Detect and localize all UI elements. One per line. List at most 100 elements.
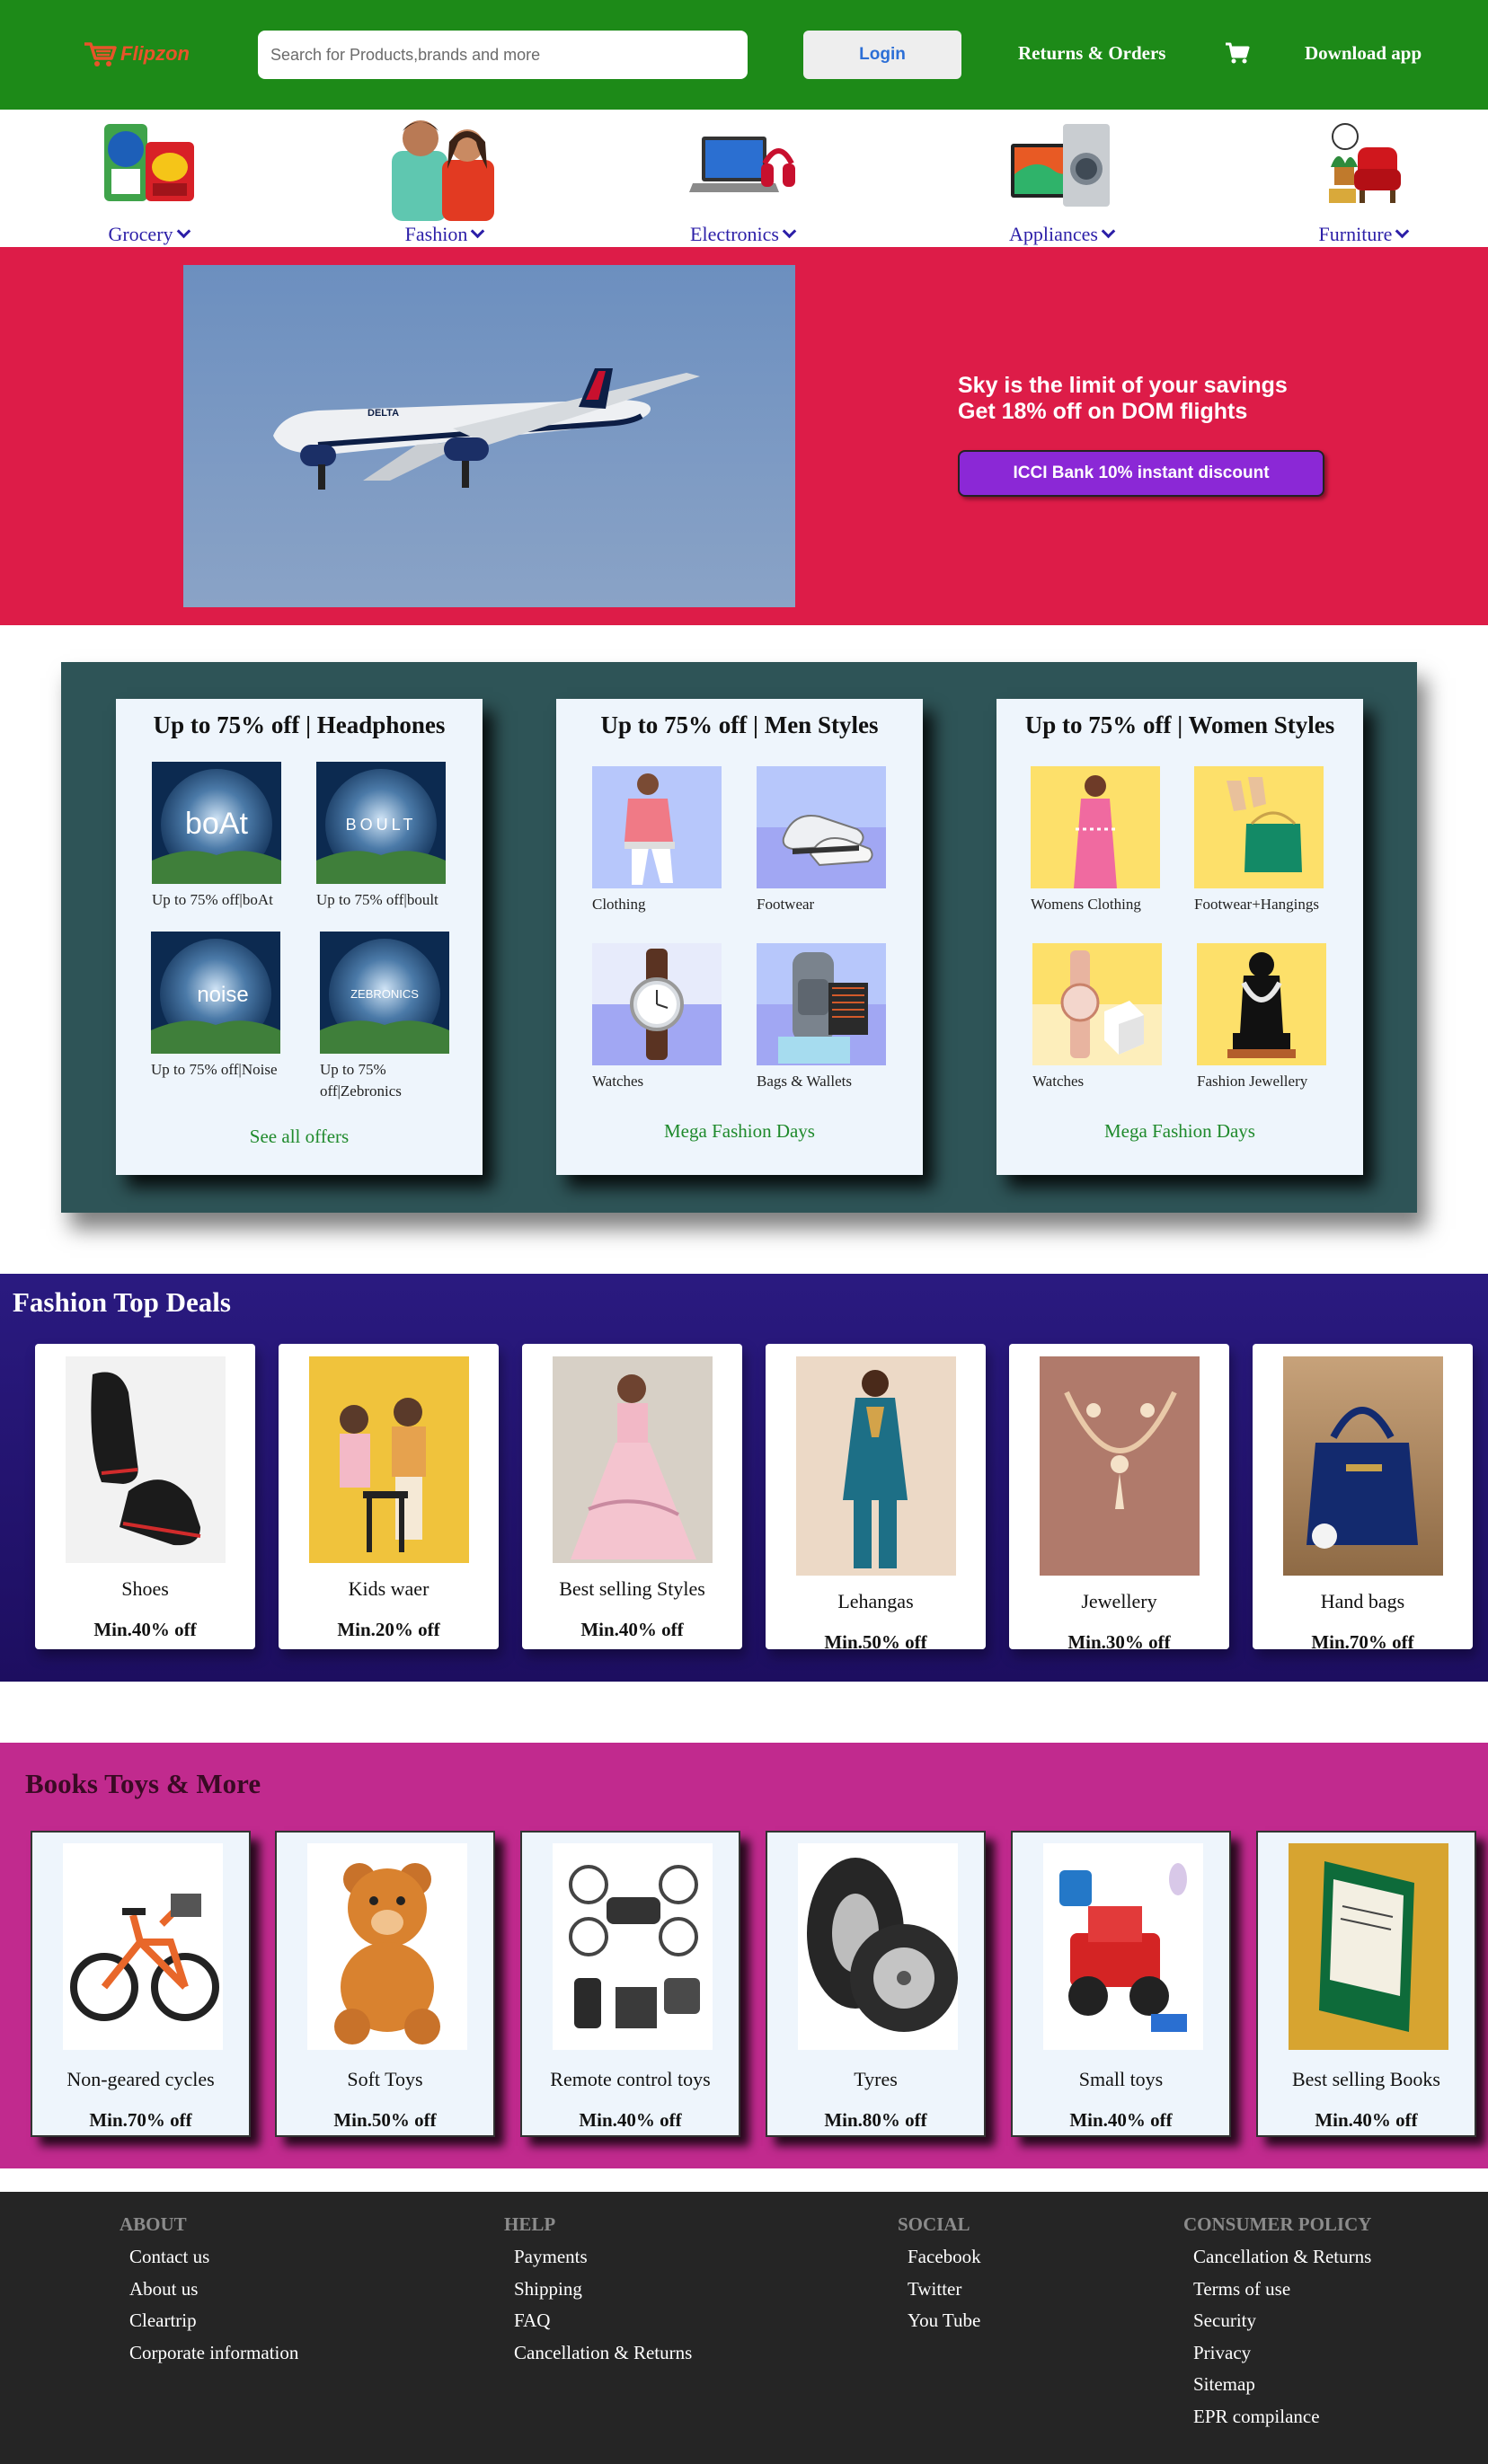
category-grocery[interactable]: Grocery [72,115,225,248]
footer-link[interactable]: Cancellation & Returns [514,2337,692,2370]
deal-offer: Min.70% off [89,2109,192,2131]
deal-name: Best selling Styles [559,1577,705,1600]
electronics-image [689,137,795,192]
fashion-top-deals-section: Fashion Top Deals Shoes Min.40% off Kids… [0,1274,1488,1682]
deal-offer: Min.40% off [579,2109,682,2131]
offer-tile[interactable]: Fashion Jewellery [1197,943,1326,1092]
footer-heading: SOCIAL [898,2213,970,2235]
cart-icon[interactable] [1224,40,1251,66]
deal-card-kids-wear[interactable]: Kids waer Min.20% off [279,1344,499,1649]
deal-card-jewellery[interactable]: Jewellery Min.30% off [1009,1344,1229,1653]
women-watches-image [1032,943,1162,1065]
footer-link[interactable]: Privacy [1193,2337,1371,2370]
offer-card-title: Up to 75% off | Women Styles [1024,711,1335,738]
site-footer: ABOUT Contact us About us Cleartrip Corp… [0,2192,1488,2464]
search-input[interactable] [258,31,748,79]
deal-offer: Min.30% off [1067,1631,1171,1653]
offer-tile[interactable]: noise Up to 75% off|Noise [151,932,280,1081]
section-title: Books Toys & More [25,1768,261,1799]
footer-link[interactable]: FAQ [514,2305,692,2337]
category-appliances[interactable]: Appliances [985,115,1138,248]
grocery-image [104,124,194,201]
footer-link[interactable]: You Tube [908,2305,981,2337]
deal-card-books[interactable]: Best selling Books Min.40% off [1256,1831,1476,2137]
deal-card-hand-bags[interactable]: Hand bags Min.70% off [1253,1344,1473,1653]
offer-tile[interactable]: ZEBRONICS Up to 75% off|Zebronics [320,932,449,1102]
deal-offer: Min.40% off [1069,2109,1173,2131]
see-all-offers-link[interactable]: See all offers [116,1126,483,1148]
category-electronics[interactable]: Electronics [666,115,819,248]
chevron-down-icon [782,224,797,239]
lehangas-image [796,1356,956,1576]
returns-orders-link[interactable]: Returns & Orders [1018,42,1165,65]
footer-link[interactable]: Security [1193,2305,1371,2337]
brand-text: boAt [185,807,248,841]
offer-tile[interactable]: Footwear+Hangings [1194,766,1324,915]
footer-link[interactable]: Payments [514,2241,692,2274]
deal-card-best-selling-styles[interactable]: Best selling Styles Min.40% off [522,1344,742,1649]
offer-card-men-styles[interactable]: Up to 75% off | Men Styles Clothing Foot… [556,699,923,1175]
airplane-banner-image[interactable]: DELTA [183,265,795,607]
tile-caption: Womens Clothing [1031,896,1141,913]
offer-tile[interactable]: Bags & Wallets [757,943,886,1092]
brand-text: BOULT [346,816,417,834]
offer-tile[interactable]: boAt Up to 75% off|boAt [152,762,281,911]
offer-card-headphones[interactable]: Up to 75% off | Headphones boAt Up to 75… [116,699,483,1175]
tile-caption: Watches [1032,1073,1085,1090]
login-button[interactable]: Login [803,31,961,79]
offer-card-women-styles[interactable]: Up to 75% off | Women Styles Womens Clot… [996,699,1363,1175]
deal-card-tyres[interactable]: Tyres Min.80% off [766,1831,986,2137]
footer-link[interactable]: About us [129,2274,298,2306]
boult-brand-image: BOULT [316,762,446,884]
footer-heading: HELP [504,2213,556,2235]
deal-offer: Min.40% off [93,1619,197,1640]
download-app-link[interactable]: Download app [1305,42,1422,65]
footer-link[interactable]: EPR compilance [1193,2401,1371,2433]
tile-caption: Footwear+Hangings [1194,896,1319,913]
brand-text: noise [197,983,248,1007]
footer-link[interactable]: Shipping [514,2274,692,2306]
tile-caption: Fashion Jewellery [1197,1073,1308,1090]
offer-tile[interactable]: Clothing [592,766,722,915]
offer-tile[interactable]: Watches [592,943,722,1092]
deal-card-cycles[interactable]: Non-geared cycles Min.70% off [31,1831,251,2137]
deal-card-lehangas[interactable]: Lehangas Min.50% off [766,1344,986,1653]
offer-card-title: Up to 75% off | Headphones [153,711,446,738]
footer-link[interactable]: Sitemap [1193,2369,1371,2401]
offer-tile[interactable]: Watches [1032,943,1162,1092]
tile-caption: Clothing [592,896,646,913]
deal-offer: Min.50% off [333,2109,437,2131]
promo-headline: Sky is the limit of your savings [958,373,1288,398]
offer-tile[interactable]: Womens Clothing [1031,766,1160,915]
category-furniture[interactable]: Furniture [1287,115,1439,248]
deal-card-remote-control-toys[interactable]: Remote control toys Min.40% off [520,1831,740,2137]
footer-col-consumer-policy: CONSUMER POLICY Cancellation & Returns T… [1183,2213,1371,2433]
deal-card-small-toys[interactable]: Small toys Min.40% off [1011,1831,1231,2137]
mega-fashion-days-link[interactable]: Mega Fashion Days [556,1120,923,1143]
tile-caption: Up to 75% off|Zebronics [320,1061,402,1100]
brand-text: ZEBRONICS [350,987,419,1001]
footer-link[interactable]: Twitter [908,2274,981,2306]
deal-name: Best selling Books [1291,2068,1440,2090]
books-toys-section: Books Toys & More Non-geared cycles Min.… [0,1743,1488,2168]
deal-card-shoes[interactable]: Shoes Min.40% off [35,1344,255,1649]
footer-link[interactable]: Contact us [129,2241,298,2274]
offers-panel: Up to 75% off | Headphones boAt Up to 75… [61,662,1417,1213]
offer-tile[interactable]: Footwear [757,766,886,915]
deal-card-soft-toys[interactable]: Soft Toys Min.50% off [275,1831,495,2137]
mega-fashion-days-link[interactable]: Mega Fashion Days [996,1120,1363,1143]
cart-logo-icon [84,42,117,66]
bank-discount-button[interactable]: ICCI Bank 10% instant discount [958,450,1324,497]
footer-link[interactable]: Corporate information [129,2337,298,2370]
footer-link[interactable]: Cancellation & Returns [1193,2241,1371,2274]
footer-link[interactable]: Facebook [908,2241,981,2274]
category-fashion[interactable]: Fashion [368,115,520,248]
footer-heading: CONSUMER POLICY [1183,2213,1372,2235]
footer-link[interactable]: Cleartrip [129,2305,298,2337]
kids-wear-image [309,1356,469,1563]
footer-link[interactable]: Terms of use [1193,2274,1371,2306]
books-image [1289,1843,1448,2050]
brand-logo[interactable]: Flipzon [83,34,199,74]
boat-brand-image: boAt [152,762,281,884]
offer-tile[interactable]: BOULT Up to 75% off|boult [316,762,446,911]
